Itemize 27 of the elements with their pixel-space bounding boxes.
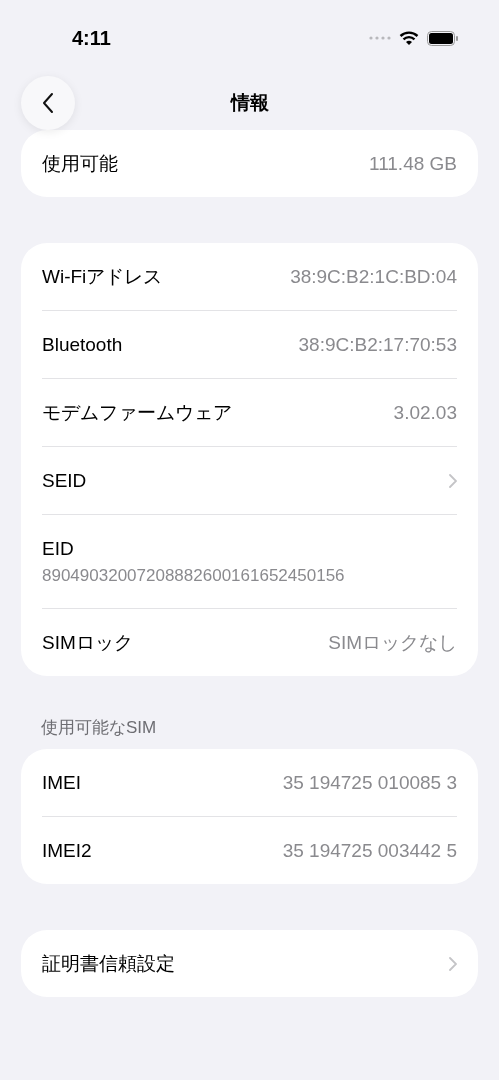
row-label: SIMロック	[42, 630, 133, 655]
row-value: 35 194725 010085 3	[282, 771, 457, 794]
row-label: モデムファームウェア	[42, 400, 232, 425]
row-label: 使用可能	[42, 151, 118, 176]
nav-title: 情報	[230, 91, 269, 115]
row-label: IMEI2	[42, 839, 92, 862]
row-label: Wi-Fiアドレス	[42, 264, 163, 289]
chevron-right-icon	[449, 956, 457, 971]
row-value: SIMロックなし	[328, 630, 457, 655]
row-value: 111.48 GB	[368, 152, 457, 175]
section-header: 使用可能なSIM	[40, 717, 158, 739]
row-value: 38:9C:B2:1C:BD:04	[290, 265, 457, 288]
status-time: 4:11	[72, 26, 111, 50]
row-label: EID	[42, 537, 74, 560]
chevron-right-icon	[449, 473, 457, 488]
battery-icon	[427, 30, 458, 46]
list-row[interactable]: SEID	[42, 447, 457, 515]
cellular-signal-icon	[369, 36, 391, 40]
wifi-icon	[399, 30, 419, 46]
row-value: 3.02.03	[393, 401, 457, 424]
row-label: IMEI	[42, 771, 82, 794]
chevron-left-icon	[42, 92, 54, 114]
row-value: 35 194725 003442 5	[282, 839, 457, 862]
row-value: 89049032007208882600161652450156	[42, 565, 345, 586]
list-row[interactable]: 証明書信頼設定	[42, 930, 457, 997]
row-label: Bluetooth	[42, 333, 123, 356]
row-value: 38:9C:B2:17:70:53	[298, 333, 457, 356]
